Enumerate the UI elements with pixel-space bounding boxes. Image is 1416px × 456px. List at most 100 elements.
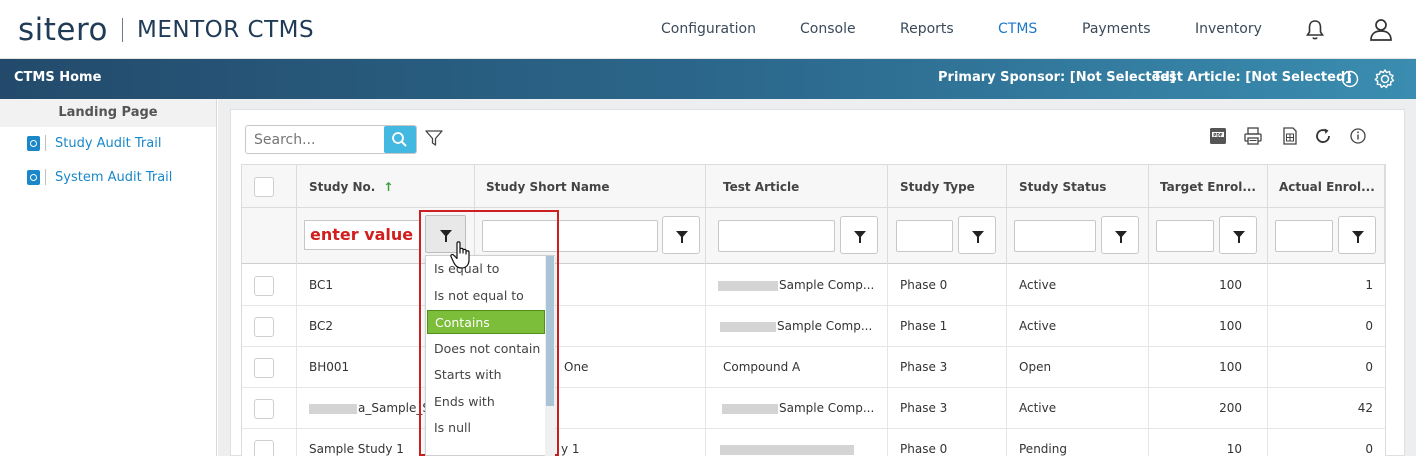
svg-text:PDF: PDF (1213, 132, 1223, 137)
info-icon[interactable] (1341, 70, 1359, 88)
gear-icon[interactable] (1374, 68, 1396, 90)
filter-input-study-status[interactable] (1014, 220, 1096, 252)
nav-ctms[interactable]: CTMS (998, 21, 1037, 37)
sidebar-item-label: Study Audit Trail (55, 135, 162, 151)
filter-button-study-status[interactable] (1101, 216, 1139, 254)
search-button[interactable] (384, 126, 416, 153)
sidebar-item-divider (45, 169, 46, 185)
menu-scrollbar-thumb[interactable] (546, 256, 554, 406)
cell-actual-enrollment: 1 (1365, 278, 1373, 292)
table-row[interactable]: a_Sample_St Sample Comp... Phase 3 Activ… (242, 388, 1385, 429)
nav-configuration[interactable]: Configuration (661, 21, 756, 37)
row-checkbox[interactable] (254, 399, 274, 419)
cell-test-article: Compound A (723, 360, 801, 374)
column-header-study-no[interactable]: Study No. ↑ (309, 180, 393, 194)
cell-study-status: Open (1019, 360, 1052, 374)
pdf-export-icon[interactable]: PDF (1208, 126, 1228, 146)
cell-study-no: Sample Study 1 (309, 442, 404, 456)
excel-export-icon[interactable] (1280, 126, 1300, 146)
product-name: MENTOR CTMS (137, 17, 315, 43)
menu-item-is-null[interactable]: Is null (427, 416, 545, 440)
select-all-checkbox[interactable] (254, 177, 274, 197)
cell-actual-enrollment: 0 (1365, 319, 1373, 333)
sidebar-item-label: System Audit Trail (55, 169, 173, 185)
menu-item-is-equal-to[interactable]: Is equal to (427, 257, 545, 281)
cell-test-article (720, 442, 855, 456)
logo-divider (122, 18, 124, 42)
table-row[interactable]: BC2 Sample Comp... Phase 1 Active 100 0 (242, 306, 1385, 347)
filter-input-study-type[interactable] (896, 220, 953, 252)
cell-study-type: Phase 0 (900, 442, 948, 456)
table-row[interactable]: Sample Study 1 y 1 Phase 0 Pending 10 0 (242, 429, 1385, 456)
row-checkbox[interactable] (254, 317, 274, 337)
column-header-study-type[interactable]: Study Type (900, 180, 975, 194)
cell-study-status: Active (1019, 278, 1057, 292)
filter-input-target-enrollment[interactable] (1156, 220, 1214, 252)
filter-input-study-no[interactable]: enter value (304, 220, 420, 250)
cell-study-status: Pending (1019, 442, 1067, 456)
menu-item-ends-with[interactable]: Ends with (427, 390, 545, 414)
menu-item-is-not-equal-to[interactable]: Is not equal to (427, 284, 545, 308)
cell-study-type: Phase 1 (900, 319, 948, 333)
filter-button-short-name[interactable] (662, 216, 700, 254)
sidebar-item-study-audit-trail[interactable]: Study Audit Trail (27, 135, 161, 151)
top-navigation-bar: sitero MENTOR CTMS Configuration Console… (0, 0, 1416, 59)
cell-actual-enrollment: 0 (1365, 360, 1373, 374)
sidebar-item-system-audit-trail[interactable]: System Audit Trail (27, 169, 172, 185)
test-article-selector[interactable]: Test Article: [Not Selected] (1153, 70, 1351, 85)
user-profile-icon[interactable] (1368, 16, 1394, 42)
cell-study-status: Active (1019, 401, 1057, 415)
cell-short-name: y 1 (561, 442, 580, 456)
menu-item-contains[interactable]: Contains (427, 310, 545, 334)
nav-payments[interactable]: Payments (1082, 21, 1151, 37)
cell-test-article-text: Sample Comp... (779, 278, 875, 292)
bell-icon[interactable] (1303, 18, 1327, 42)
nav-inventory[interactable]: Inventory (1195, 21, 1262, 37)
column-header-test-article[interactable]: Test Article (723, 180, 799, 194)
primary-sponsor-selector[interactable]: Primary Sponsor: [Not Selected] (938, 70, 1176, 85)
table-row[interactable]: BC1 Sample Comp... Phase 0 Active 100 1 (242, 265, 1385, 306)
studies-grid: Study No. ↑ Study Short Name Test Article… (241, 164, 1386, 456)
search-input[interactable] (254, 132, 374, 148)
cell-study-no: BC1 (309, 278, 334, 292)
filter-button-study-type[interactable] (958, 216, 996, 254)
cell-study-type: Phase 3 (900, 360, 948, 374)
module-title: CTMS Home (14, 70, 102, 85)
cell-test-article: Sample Comp... (720, 319, 872, 333)
menu-item-starts-with[interactable]: Starts with (427, 363, 545, 387)
cell-study-no: a_Sample_St (309, 401, 435, 415)
table-row[interactable]: BH001 One Compound A Phase 3 Open 100 0 (242, 347, 1385, 388)
refresh-icon[interactable] (1313, 126, 1333, 146)
info-icon[interactable] (1348, 126, 1368, 146)
cell-target-enrollment: 200 (1219, 401, 1242, 415)
column-header-label: Study No. (309, 180, 376, 194)
print-icon[interactable] (1243, 126, 1263, 146)
column-header-target-enrollment[interactable]: Target Enrol... (1160, 180, 1256, 194)
row-checkbox[interactable] (254, 276, 274, 296)
cell-study-no: BH001 (309, 360, 350, 374)
column-header-study-status[interactable]: Study Status (1019, 180, 1106, 194)
row-checkbox[interactable] (254, 358, 274, 378)
column-header-study-short-name[interactable]: Study Short Name (486, 180, 610, 194)
cell-target-enrollment: 100 (1219, 278, 1242, 292)
nav-console[interactable]: Console (800, 21, 856, 37)
cell-test-article: Sample Comp... (722, 401, 874, 415)
filter-toggle-icon[interactable] (424, 128, 444, 148)
cell-target-enrollment: 100 (1219, 360, 1242, 374)
audit-search-icon (27, 135, 40, 151)
nav-reports[interactable]: Reports (900, 21, 954, 37)
audit-search-icon (27, 169, 40, 185)
menu-item-does-not-contain[interactable]: Does not contain (427, 337, 545, 361)
filter-button-test-article[interactable] (840, 216, 878, 254)
filter-button-actual-enrollment[interactable] (1338, 216, 1376, 254)
cell-test-article-text: Sample Comp... (779, 401, 875, 415)
logo: sitero MENTOR CTMS (18, 12, 314, 48)
column-header-actual-enrollment[interactable]: Actual Enrol... (1279, 180, 1375, 194)
filter-button-target-enrollment[interactable] (1219, 216, 1257, 254)
filter-input-actual-enrollment[interactable] (1275, 220, 1333, 252)
sidebar-item-divider (45, 135, 46, 151)
cell-actual-enrollment: 0 (1365, 442, 1373, 456)
filter-input-test-article[interactable] (718, 220, 835, 252)
cell-test-article: Sample Comp... (718, 278, 874, 292)
row-checkbox[interactable] (254, 440, 274, 456)
